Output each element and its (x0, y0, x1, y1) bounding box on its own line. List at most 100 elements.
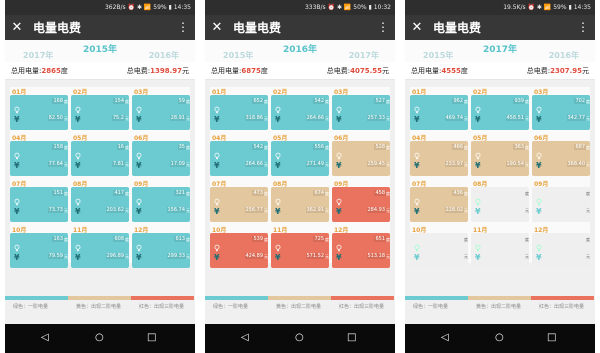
month-cell[interactable]: 09月 ¥ 度元 (532, 179, 590, 222)
month-cell[interactable]: 10月 ¥539 424.89 度元 (210, 225, 268, 268)
month-cell[interactable]: 05月 ¥556 271.49 度元 (271, 133, 329, 176)
month-cell[interactable]: 06月 ¥528 259.45 度元 (332, 133, 390, 176)
month-card[interactable]: ¥321 156.74 度元 (132, 187, 190, 222)
month-cell[interactable]: 12月 ¥ 度元 (532, 225, 590, 268)
year-tab-right[interactable]: 2017年 (349, 50, 379, 61)
month-cell[interactable]: 06月 ¥687 368.40 度元 (532, 133, 590, 176)
month-cell[interactable]: 11月 ¥ 度元 (471, 225, 529, 268)
back-icon[interactable]: ◁ (441, 332, 449, 343)
recent-apps-icon[interactable]: □ (547, 332, 556, 343)
month-card[interactable]: ¥473 256.77 度元 (210, 187, 268, 222)
home-icon[interactable]: ○ (295, 332, 304, 343)
month-card[interactable]: ¥542 264.66 度元 (210, 141, 268, 176)
month-cell[interactable]: 03月 ¥527 257.33 度元 (332, 87, 390, 130)
lightbulb-icon (13, 145, 21, 160)
month-card[interactable]: ¥458 284.93 度元 (332, 187, 390, 222)
home-icon[interactable]: ○ (95, 332, 104, 343)
month-cell[interactable]: 11月 ¥725 571.52 度元 (271, 225, 329, 268)
month-card[interactable]: ¥158 77.64 度元 (10, 141, 68, 176)
month-cell[interactable]: 08月 ¥ 度元 (471, 179, 529, 222)
month-card[interactable]: ¥556 271.49 度元 (271, 141, 329, 176)
month-card[interactable]: ¥168 82.50 度元 (10, 95, 68, 130)
month-card[interactable]: ¥527 257.33 度元 (332, 95, 390, 130)
month-card[interactable]: ¥151 73.73 度元 (10, 187, 68, 222)
month-card[interactable]: ¥59 28.91 度元 (132, 95, 190, 130)
month-kwh: 363 (513, 144, 525, 150)
month-card[interactable]: ¥542 264.66 度元 (271, 95, 329, 130)
month-cell[interactable]: 07月 ¥151 73.73 度元 (10, 179, 68, 222)
month-card[interactable]: ¥ 度元 (410, 233, 468, 268)
month-card[interactable]: ¥939 458.51 度元 (471, 95, 529, 130)
yuan-unit: 元 (64, 208, 68, 213)
month-card[interactable]: ¥651 513.18 度元 (332, 233, 390, 268)
back-icon[interactable]: ◁ (41, 332, 49, 343)
back-icon[interactable]: ◁ (241, 332, 249, 343)
more-vert-icon[interactable]: ⋮ (177, 21, 189, 33)
year-tab-right[interactable]: 2016年 (549, 50, 579, 61)
month-cell[interactable]: 10月 ¥163 79.59 度元 (10, 225, 68, 268)
month-card[interactable]: ¥154 75.2 度元 (71, 95, 129, 130)
month-card[interactable]: ¥702 342.77 度元 (532, 95, 590, 130)
month-cell[interactable]: 05月 ¥363 190.54 度元 (471, 133, 529, 176)
month-card[interactable]: ¥674 362.91 度元 (271, 187, 329, 222)
month-card[interactable]: ¥725 571.52 度元 (271, 233, 329, 268)
month-cell[interactable]: 09月 ¥321 156.74 度元 (132, 179, 190, 222)
close-icon[interactable]: ✕ (5, 20, 29, 35)
month-card[interactable]: ¥539 424.89 度元 (210, 233, 268, 268)
month-cell[interactable]: 01月 ¥962 469.74 度元 (410, 87, 468, 130)
month-cell[interactable]: 04月 ¥158 77.64 度元 (10, 133, 68, 176)
month-card[interactable]: ¥35 17.09 度元 (132, 141, 190, 176)
month-cell[interactable]: 07月 ¥436 228.02 度元 (410, 179, 468, 222)
month-cell[interactable]: 10月 ¥ 度元 (410, 225, 468, 268)
month-cell[interactable]: 04月 ¥466 233.97 度元 (410, 133, 468, 176)
month-cell[interactable]: 03月 ¥702 342.77 度元 (532, 87, 590, 130)
month-card[interactable]: ¥163 79.59 度元 (10, 233, 68, 268)
month-card[interactable]: ¥466 233.97 度元 (410, 141, 468, 176)
month-money: 79.59 (47, 253, 64, 259)
month-cell[interactable]: 07月 ¥473 256.77 度元 (210, 179, 268, 222)
month-card[interactable]: ¥608 296.89 度元 (71, 233, 129, 268)
month-card[interactable]: ¥ 度元 (532, 187, 590, 222)
month-cell[interactable]: 05月 ¥16 7.81 度元 (71, 133, 129, 176)
month-card[interactable]: ¥528 259.45 度元 (332, 141, 390, 176)
month-card[interactable]: ¥ 度元 (471, 187, 529, 222)
month-card[interactable]: ¥613 299.33 度元 (132, 233, 190, 268)
month-card[interactable]: ¥ 度元 (532, 233, 590, 268)
month-cell[interactable]: 08月 ¥417 203.62 度元 (71, 179, 129, 222)
month-cell[interactable]: 06月 ¥35 17.09 度元 (132, 133, 190, 176)
more-vert-icon[interactable]: ⋮ (377, 21, 389, 33)
recent-apps-icon[interactable]: □ (347, 332, 356, 343)
kwh-unit: 度 (586, 237, 590, 242)
month-cell[interactable]: 02月 ¥542 264.66 度元 (271, 87, 329, 130)
total-power-unit: 度 (260, 67, 268, 75)
month-card[interactable]: ¥16 7.81 度元 (71, 141, 129, 176)
month-kwh: 466 (452, 144, 464, 150)
home-icon[interactable]: ○ (495, 332, 504, 343)
month-cell[interactable]: 09月 ¥458 284.93 度元 (332, 179, 390, 222)
month-cell[interactable]: 02月 ¥939 458.51 度元 (471, 87, 529, 130)
month-cell[interactable]: 01月 ¥652 318.86 度元 (210, 87, 268, 130)
month-cell[interactable]: 02月 ¥154 75.2 度元 (71, 87, 129, 130)
close-icon[interactable]: ✕ (405, 20, 429, 35)
month-card[interactable]: ¥417 203.62 度元 (71, 187, 129, 222)
month-cell[interactable]: 12月 ¥651 513.18 度元 (332, 225, 390, 268)
month-card[interactable]: ¥ 度元 (471, 233, 529, 268)
month-cell[interactable]: 03月 ¥59 28.91 度元 (132, 87, 190, 130)
lightbulb-icon (135, 191, 143, 206)
year-tab-right[interactable]: 2016年 (149, 50, 179, 61)
month-cell[interactable]: 11月 ¥608 296.89 度元 (71, 225, 129, 268)
month-cell[interactable]: 08月 ¥674 362.91 度元 (271, 179, 329, 222)
month-card[interactable]: ¥363 190.54 度元 (471, 141, 529, 176)
month-cell[interactable]: 01月 ¥168 82.50 度元 (10, 87, 68, 130)
close-icon[interactable]: ✕ (205, 20, 229, 35)
month-cell[interactable]: 04月 ¥542 264.66 度元 (210, 133, 268, 176)
total-power-value: 2865 (41, 67, 61, 75)
yen-icon: ¥ (336, 161, 342, 170)
month-card[interactable]: ¥436 228.02 度元 (410, 187, 468, 222)
more-vert-icon[interactable]: ⋮ (577, 21, 589, 33)
month-cell[interactable]: 12月 ¥613 299.33 度元 (132, 225, 190, 268)
month-card[interactable]: ¥687 368.40 度元 (532, 141, 590, 176)
month-card[interactable]: ¥962 469.74 度元 (410, 95, 468, 130)
month-card[interactable]: ¥652 318.86 度元 (210, 95, 268, 130)
recent-apps-icon[interactable]: □ (147, 332, 156, 343)
